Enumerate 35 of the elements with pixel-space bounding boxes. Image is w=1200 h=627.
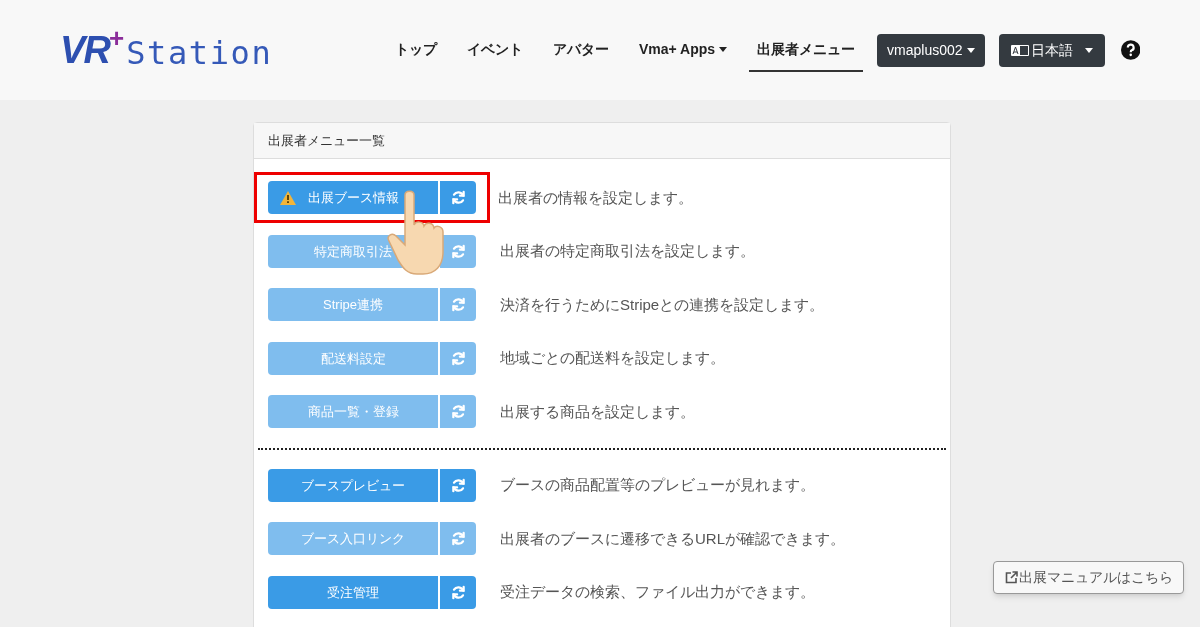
external-link-icon xyxy=(1004,571,1018,584)
refresh-icon xyxy=(450,190,466,206)
menu-description: 出展者の情報を設定します。 xyxy=(498,187,693,208)
refresh-icon xyxy=(450,297,466,313)
refresh-icon xyxy=(450,350,466,366)
menu-description: 地域ごとの配送料を設定します。 xyxy=(500,348,725,368)
card-title: 出展者メニュー一覧 xyxy=(268,131,385,150)
language-menu-button[interactable]: 日本語 xyxy=(998,33,1105,67)
refresh-button[interactable] xyxy=(440,468,476,502)
menu-description: 決済を行うためにStripeとの連携を設定します。 xyxy=(500,294,825,315)
nav-link[interactable]: アバター xyxy=(544,28,617,72)
translate-icon xyxy=(1010,44,1029,56)
caret-icon xyxy=(966,47,975,53)
refresh-icon xyxy=(450,531,466,547)
caret-icon xyxy=(719,46,728,52)
refresh-button[interactable] xyxy=(440,575,476,609)
nav-link[interactable]: トップ xyxy=(386,28,445,72)
refresh-button[interactable] xyxy=(440,181,476,215)
menu-description: 出展者の特定商取引法を設定します。 xyxy=(500,241,755,261)
refresh-icon xyxy=(450,243,466,259)
refresh-icon xyxy=(450,584,466,600)
caret-icon xyxy=(1084,47,1093,53)
refresh-icon xyxy=(450,404,466,420)
nav-link[interactable]: イベント xyxy=(458,28,531,72)
help-icon[interactable] xyxy=(1120,40,1140,60)
user-menu-button[interactable]: vmaplus002 xyxy=(877,33,985,67)
manual-link-button[interactable]: 出展マニュアルはこちら xyxy=(993,561,1184,594)
nav-link[interactable]: Vma+ Apps xyxy=(630,28,736,72)
menu-description: 出展する商品を設定します。 xyxy=(500,401,695,422)
menu-description: 受注データの検索、ファイル出力ができます。 xyxy=(500,582,815,602)
refresh-icon xyxy=(450,477,466,493)
menu-description: ブースの商品配置等のプレビューが見れます。 xyxy=(500,475,815,495)
nav-link[interactable]: 出展者メニュー xyxy=(749,28,864,72)
logo[interactable]: VR+Station xyxy=(60,31,381,69)
menu-description: 出展者のブースに遷移できるURLが確認できます。 xyxy=(500,528,845,549)
